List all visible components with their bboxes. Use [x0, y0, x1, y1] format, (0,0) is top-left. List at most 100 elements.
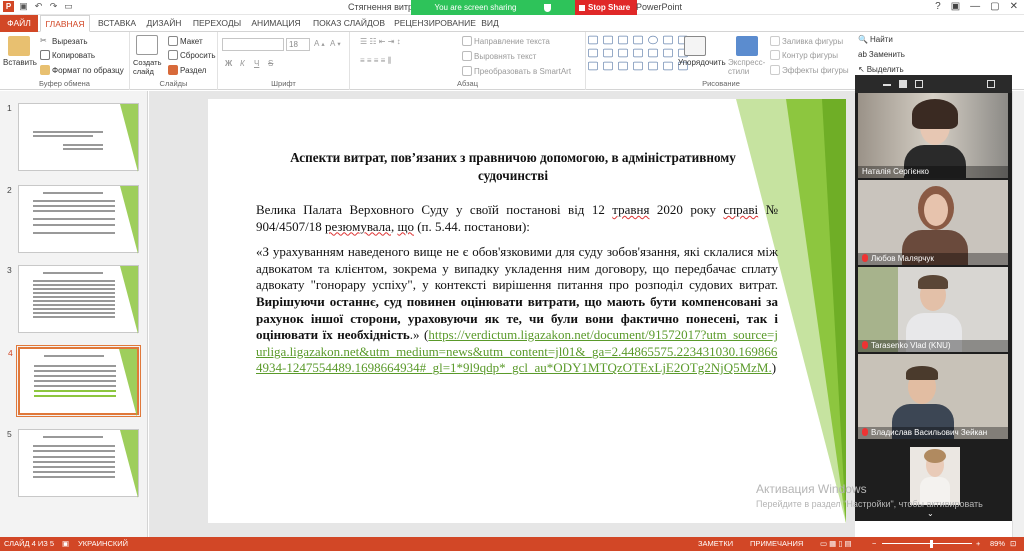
quick-access-toolbar: P ▣ ↶ ↷ ▭	[3, 1, 74, 12]
slideshow-icon[interactable]: ▭	[63, 1, 74, 12]
slide-thumbnail-active[interactable]: 4	[8, 345, 141, 417]
smartart-icon	[462, 66, 472, 76]
language-indicator[interactable]: УКРАИНСКИЙ	[78, 537, 128, 551]
slide-thumbnail[interactable]: 1	[7, 103, 139, 172]
strike-button[interactable]: S	[268, 59, 273, 68]
arrange-button[interactable]: Упорядочить	[678, 58, 726, 67]
new-slide-button[interactable]: Создать слайд	[133, 58, 165, 76]
tab-insert[interactable]: ВСТАВКА	[96, 15, 138, 32]
participant-tile[interactable]: Наталія Сергієнко	[858, 93, 1008, 178]
zoom-out-icon[interactable]: −	[872, 537, 876, 551]
minimize-icon[interactable]: —	[970, 1, 980, 12]
zoom-in-icon[interactable]: +	[976, 537, 980, 551]
maximize-icon[interactable]: ▢	[990, 1, 999, 12]
slide-thumbnail[interactable]: 3	[7, 265, 139, 334]
minimize-panel-icon[interactable]	[883, 84, 891, 86]
tab-animations[interactable]: АНИМАЦИЯ	[248, 15, 304, 32]
help-icon[interactable]: ?	[935, 1, 941, 12]
smartart-button[interactable]: Преобразовать в SmartArt	[462, 66, 571, 76]
slide-number: 4	[8, 348, 13, 358]
fit-slide-icon[interactable]: ⊡	[1010, 537, 1016, 551]
reset-label: Сбросить	[180, 50, 216, 60]
replace-label: Заменить	[868, 50, 905, 59]
slide-thumbnail[interactable]: 5	[7, 429, 139, 498]
ribbon-display-icon[interactable]: ▣	[951, 1, 960, 12]
align-icons[interactable]: ≡ ≡ ≡ ≡ ⫼	[360, 56, 391, 66]
participant-name: Владислав Васильович Зейкан	[858, 427, 1008, 439]
underline-button[interactable]: Ч	[254, 59, 259, 68]
save-icon[interactable]: ▣	[18, 1, 29, 12]
tab-design[interactable]: ДИЗАЙН	[142, 15, 186, 32]
expand-icon[interactable]	[987, 80, 995, 88]
tab-review[interactable]: РЕЦЕНЗИРОВАНИЕ	[392, 15, 478, 32]
scroll-down-icon[interactable]: ⌄	[927, 509, 934, 518]
current-slide[interactable]: Аспекти витрат, пов’язаних з правничою д…	[208, 99, 846, 523]
paste-button[interactable]: Вставить	[3, 58, 37, 67]
slide-editor: Аспекти витрат, пов’язаних з правничою д…	[149, 91, 855, 537]
slide-thumbnail[interactable]: 2	[7, 185, 139, 254]
tab-view[interactable]: ВИД	[480, 15, 500, 32]
shapes-gallery[interactable]	[586, 34, 696, 74]
select-button[interactable]: ↖ Выделить	[858, 65, 904, 74]
self-view-tile[interactable]	[910, 447, 960, 505]
participant-tile[interactable]: Владислав Васильович Зейкан	[858, 354, 1008, 439]
sharing-text: You are screen sharing	[434, 3, 517, 12]
shape-outline-button[interactable]: Контур фигуры	[770, 50, 838, 60]
bullets-icon[interactable]: ☰ ☷ ⇤ ⇥ ↕	[360, 37, 401, 46]
tab-transitions[interactable]: ПЕРЕХОДЫ	[192, 15, 242, 32]
participant-name: Tarasenko Vlad (KNU)	[858, 340, 1008, 352]
zoom-slider-thumb[interactable]	[930, 540, 933, 548]
italic-button[interactable]: К	[240, 59, 245, 68]
section-button[interactable]: Раздел	[168, 65, 206, 75]
find-button[interactable]: 🔍 Найти	[858, 35, 893, 44]
replace-button[interactable]: ab Заменить	[858, 50, 905, 59]
quick-styles-button[interactable]: Экспресс-стили	[728, 58, 768, 76]
format-painter-button[interactable]: Формат по образцу	[40, 65, 124, 75]
app-title: PowerPoint	[636, 2, 683, 12]
align-text-button[interactable]: Выровнять текст	[462, 51, 536, 61]
layout-label: Макет	[180, 36, 203, 46]
mic-muted-icon	[862, 341, 868, 349]
slide-counter: СЛАЙД 4 ИЗ 5	[4, 539, 55, 548]
bold-button[interactable]: Ж	[225, 59, 232, 68]
font-family-select[interactable]	[222, 38, 284, 51]
redo-icon[interactable]: ↷	[48, 1, 59, 12]
copy-button[interactable]: Копировать	[40, 50, 95, 60]
spellcheck-icon[interactable]: ▣	[62, 537, 69, 551]
notes-button[interactable]: ЗАМЕТКИ	[698, 537, 733, 551]
comments-button[interactable]: ПРИМЕЧАНИЯ	[750, 537, 803, 551]
zoom-level[interactable]: 89%	[990, 537, 1005, 551]
sharing-indicator: You are screen sharing	[411, 0, 575, 15]
reset-button[interactable]: Сбросить	[168, 50, 216, 60]
cut-button[interactable]: ✂ Вырезать	[40, 36, 88, 46]
cut-label: Вырезать	[52, 36, 88, 46]
tab-home[interactable]: ГЛАВНАЯ	[40, 15, 90, 32]
participant-name: Наталія Сергієнко	[858, 166, 1008, 178]
speaker-view-icon[interactable]	[899, 80, 907, 88]
text-direction-button[interactable]: Направление текста	[462, 36, 550, 46]
slide-title[interactable]: Аспекти витрат, пов’язаних з правничою д…	[268, 149, 758, 185]
tab-file[interactable]: ФАЙЛ	[0, 15, 38, 32]
video-participants-panel: Наталія Сергієнко Любов Малярчук Tarasen…	[855, 75, 1012, 521]
view-buttons[interactable]: ▭ ▦ ▯ ▤	[820, 537, 852, 551]
drawing-group-label: Рисование	[702, 79, 740, 88]
slide-body[interactable]: Велика Палата Верховного Суду у своїй по…	[256, 202, 778, 386]
shrink-font-icon[interactable]: A ▾	[330, 39, 341, 48]
close-icon[interactable]: ✕	[1010, 1, 1018, 12]
shape-effects-button[interactable]: Эффекты фигуры	[770, 65, 849, 75]
ribbon-tabs: ФАЙЛ ГЛАВНАЯ ВСТАВКА ДИЗАЙН ПЕРЕХОДЫ АНИ…	[0, 15, 1024, 32]
font-size-select[interactable]: 18	[286, 38, 310, 51]
participant-tile[interactable]: Tarasenko Vlad (KNU)	[858, 267, 1008, 352]
scissors-icon: ✂	[40, 36, 47, 45]
tab-slideshow[interactable]: ПОКАЗ СЛАЙДОВ	[310, 15, 388, 32]
stop-share-button[interactable]: Stop Share	[575, 0, 637, 15]
zoom-slider[interactable]	[882, 543, 972, 544]
participant-tile[interactable]: Любов Малярчук	[858, 180, 1008, 265]
vertical-scrollbar[interactable]	[1012, 91, 1024, 537]
align-text-label: Выровнять текст	[474, 51, 537, 61]
undo-icon[interactable]: ↶	[33, 1, 44, 12]
layout-button[interactable]: Макет	[168, 36, 203, 46]
gallery-view-icon[interactable]	[915, 80, 923, 88]
grow-font-icon[interactable]: A ▴	[314, 39, 325, 48]
shape-fill-button[interactable]: Заливка фигуры	[770, 36, 843, 46]
